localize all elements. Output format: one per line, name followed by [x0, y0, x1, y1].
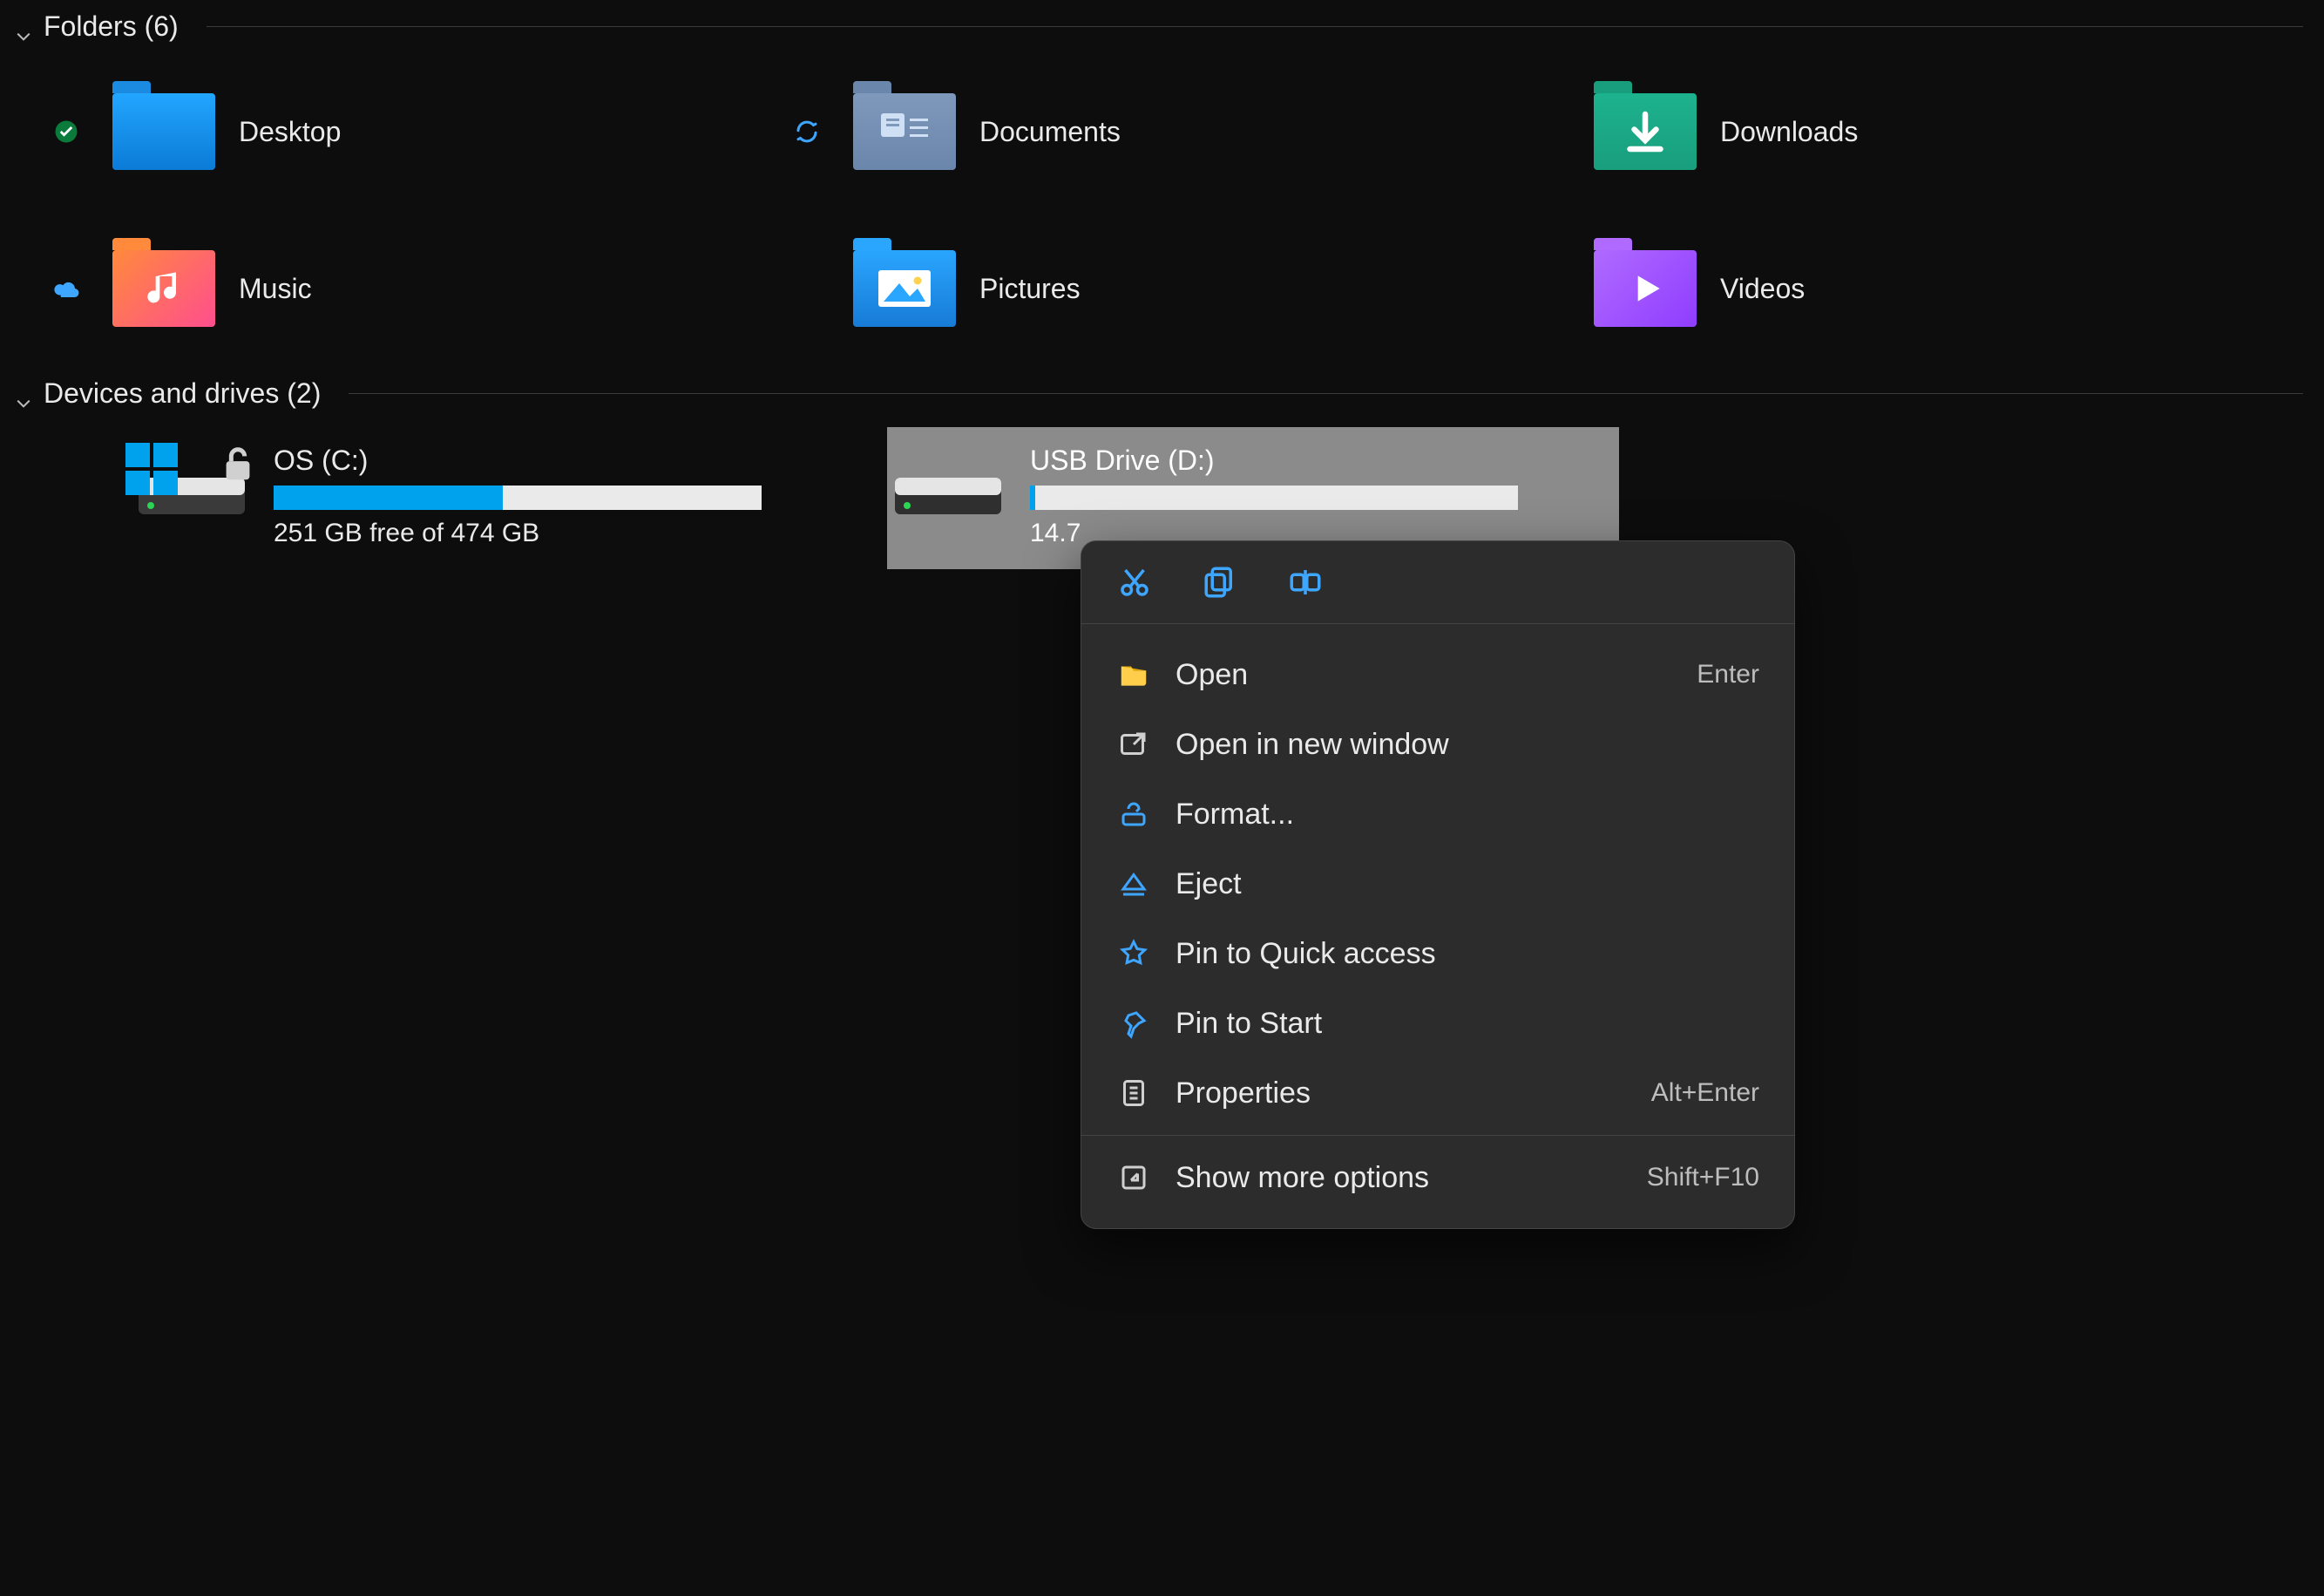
context-menu-toolbar [1081, 541, 1794, 624]
menu-shortcut: Enter [1697, 660, 1759, 689]
music-folder-icon [112, 247, 216, 330]
menu-label: Show more options [1176, 1161, 1623, 1195]
pictures-folder-icon [852, 247, 957, 330]
drives-section-header[interactable]: Devices and drives (2) [0, 367, 2324, 420]
folder-item-desktop[interactable]: Desktop [38, 53, 779, 210]
sync-icon [793, 118, 821, 146]
menu-separator [1081, 1135, 1794, 1136]
menu-label: Open [1176, 658, 1672, 692]
context-menu: Open Enter Open in new window Format... … [1081, 540, 1795, 1229]
section-rule [349, 393, 2303, 394]
open-icon [1116, 657, 1151, 692]
menu-label: Open in new window [1176, 728, 1735, 762]
chevron-down-icon [16, 19, 31, 35]
eject-icon [1116, 866, 1151, 901]
folder-item-downloads[interactable]: Downloads [1520, 53, 2260, 210]
menu-label: Pin to Quick access [1176, 937, 1735, 971]
drive-icon [131, 448, 253, 518]
folders-section-title: Folders (6) [44, 10, 179, 43]
context-menu-list: Open Enter Open in new window Format... … [1081, 624, 1794, 1228]
menu-shortcut: Shift+F10 [1647, 1163, 1759, 1192]
context-menu-item-eject[interactable]: Eject [1081, 849, 1794, 919]
no-status-icon [1534, 275, 1562, 302]
cut-icon[interactable] [1116, 564, 1153, 601]
menu-label: Format... [1176, 798, 1735, 832]
desktop-folder-icon [112, 90, 216, 173]
synced-icon [52, 118, 80, 146]
folder-label: Desktop [239, 116, 341, 148]
chevron-down-icon [16, 386, 31, 402]
new-window-icon [1116, 727, 1151, 762]
folders-section-header[interactable]: Folders (6) [0, 0, 2324, 53]
menu-label: Properties [1176, 1076, 1627, 1110]
drive-name: USB Drive (D:) [1030, 445, 1598, 477]
folder-item-documents[interactable]: Documents [779, 53, 1520, 210]
section-rule [207, 26, 2303, 27]
show-more-icon [1116, 1160, 1151, 1195]
context-menu-item-show-more[interactable]: Show more options Shift+F10 [1081, 1143, 1794, 1212]
pin-icon [1116, 1006, 1151, 1041]
drive-name: OS (C:) [274, 445, 842, 477]
drive-icon [887, 448, 1009, 518]
no-status-icon [1534, 118, 1562, 146]
folder-item-pictures[interactable]: Pictures [779, 210, 1520, 367]
properties-icon [1116, 1076, 1151, 1110]
context-menu-item-open[interactable]: Open Enter [1081, 640, 1794, 710]
copy-icon[interactable] [1202, 564, 1238, 601]
star-icon [1116, 936, 1151, 971]
context-menu-item-pin-start[interactable]: Pin to Start [1081, 988, 1794, 1058]
folder-label: Videos [1720, 273, 1805, 305]
context-menu-item-new-window[interactable]: Open in new window [1081, 710, 1794, 779]
folder-item-videos[interactable]: Videos [1520, 210, 2260, 367]
context-menu-item-properties[interactable]: Properties Alt+Enter [1081, 1058, 1794, 1128]
menu-shortcut: Alt+Enter [1651, 1078, 1759, 1108]
folder-item-music[interactable]: Music [38, 210, 779, 367]
drive-item-os-c[interactable]: OS (C:) 251 GB free of 474 GB [131, 427, 863, 569]
drive-usage-bar [1030, 486, 1518, 510]
folder-label: Pictures [979, 273, 1081, 305]
folders-grid: Desktop Documents Downloads [0, 53, 2324, 367]
no-status-icon [793, 275, 821, 302]
context-menu-item-pin-quick[interactable]: Pin to Quick access [1081, 919, 1794, 988]
videos-folder-icon [1593, 247, 1697, 330]
windows-badge-icon [125, 443, 178, 495]
format-icon [1116, 797, 1151, 832]
drive-free-text: 251 GB free of 474 GB [274, 519, 842, 548]
documents-folder-icon [852, 90, 957, 173]
folder-label: Downloads [1720, 116, 1858, 148]
drives-section-title: Devices and drives (2) [44, 377, 321, 410]
downloads-folder-icon [1593, 90, 1697, 173]
context-menu-item-format[interactable]: Format... [1081, 779, 1794, 849]
drive-usage-bar [274, 486, 762, 510]
menu-label: Eject [1176, 867, 1735, 901]
rename-icon[interactable] [1287, 564, 1324, 601]
folder-label: Music [239, 273, 312, 305]
menu-label: Pin to Start [1176, 1007, 1735, 1041]
folder-label: Documents [979, 116, 1121, 148]
unlocked-icon [218, 445, 258, 485]
cloud-icon [52, 275, 80, 302]
